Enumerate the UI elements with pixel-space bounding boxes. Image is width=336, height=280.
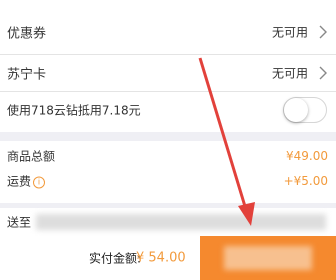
suning-card-label: 苏宁卡 [7,67,47,83]
suning-card-row[interactable]: 苏宁卡 无可用 [0,53,336,93]
submit-order-button[interactable] [200,236,336,280]
info-icon[interactable]: i [33,176,46,188]
coupon-label: 优惠券 [7,26,47,42]
shipping-label: 运费 [7,174,32,189]
chevron-right-icon [319,25,327,39]
shipping-amount: +¥5.00 [283,174,328,188]
delivery-prefix: 送至 [7,215,32,230]
shipping-row: 运费 i +¥5.00 [0,167,336,195]
coupon-row[interactable]: 优惠券 无可用 [0,12,336,52]
chevron-right-icon [319,66,327,80]
coupon-value: 无可用 [271,25,308,40]
diamond-toggle[interactable] [283,97,327,123]
checkout-bar: 实付金额: ¥ 54.00 [0,236,336,280]
toggle-knob [284,98,308,122]
submit-label-redacted [224,246,312,270]
goods-total-amount: ¥49.00 [286,149,328,163]
diamond-row: 使用718云钻抵用7.18元 [0,90,336,130]
goods-total-label: 商品总额 [7,149,56,164]
delivery-section[interactable]: 送至 [0,208,336,236]
discount-section: 优惠券 无可用 苏宁卡 无可用 使用718云钻抵用7.18元 [0,0,336,132]
totals-section: 商品总额 ¥49.00 运费 i +¥5.00 [0,141,336,203]
pay-amount: ¥ 54.00 [136,250,186,266]
diamond-label: 使用718云钻抵用7.18元 [7,103,141,118]
shipping-label-wrap: 运费 i [7,173,46,190]
pay-label: 实付金额: [89,251,142,266]
delivery-address-redacted [36,214,326,230]
suning-card-value: 无可用 [271,66,308,81]
